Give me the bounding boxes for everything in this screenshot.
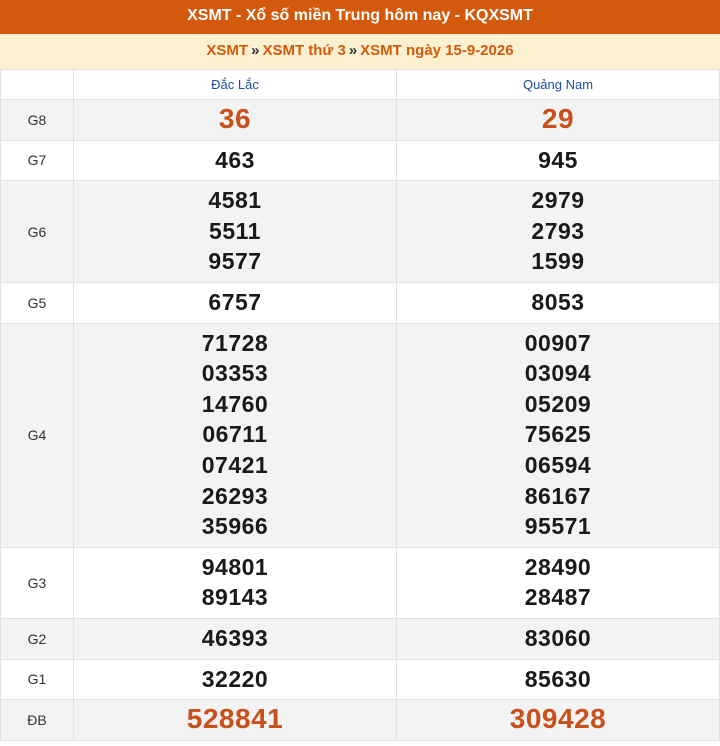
prize-number: 00907 — [524, 329, 592, 356]
prize-cell: 2979 2793 1599 — [396, 180, 720, 283]
prize-number: 528841 — [186, 703, 284, 735]
prize-column-header — [0, 69, 74, 100]
table-row: ĐB 528841 309428 — [0, 699, 720, 741]
prize-number: 75625 — [524, 421, 592, 448]
table-header-row: Đắc Lắc Quảng Nam — [0, 69, 720, 100]
table-row: G8 36 29 — [0, 99, 720, 141]
prize-number: 36 — [218, 103, 252, 134]
table-row: G5 6757 8053 — [0, 281, 720, 324]
prize-label: G1 — [0, 658, 74, 701]
prize-label: G5 — [0, 281, 74, 324]
table-row: G2 46393 83060 — [0, 617, 720, 660]
table-row: G3 94801 89143 28490 28487 — [0, 546, 720, 619]
prize-rows: G8 36 29 G7 463 945 G6 4581 5511 9577 2979 2793 1599… — [0, 99, 720, 741]
prize-number: 46393 — [201, 624, 269, 651]
prize-number: 1599 — [531, 248, 585, 275]
table-row: G4 71728 03353 14760 06711 07421 26293 35966 009… — [0, 322, 720, 548]
prize-number: 05209 — [524, 390, 592, 417]
prize-number: 95571 — [524, 513, 592, 540]
prize-number: 14760 — [201, 390, 269, 417]
prize-cell: 36 — [73, 99, 397, 141]
prize-cell: 32220 — [73, 658, 397, 701]
prize-number: 28487 — [524, 584, 592, 611]
breadcrumb-separator: » — [251, 42, 260, 59]
prize-cell: 528841 — [73, 699, 397, 741]
prize-cell: 46393 — [73, 617, 397, 660]
prize-cell: 00907 03094 05209 75625 06594 86167 95571 — [396, 322, 720, 548]
prize-label: G2 — [0, 617, 74, 660]
table-row: G6 4581 5511 9577 2979 2793 1599 — [0, 180, 720, 283]
breadcrumb-xsmt[interactable]: XSMT — [206, 42, 248, 59]
prize-number: 5511 — [209, 217, 261, 244]
prize-number: 9577 — [208, 248, 262, 275]
results-table: Đắc Lắc Quảng Nam G8 36 29 G7 463 945 G6 4581 55… — [0, 69, 720, 741]
prize-label: G4 — [0, 322, 74, 548]
prize-cell: 94801 89143 — [73, 546, 397, 619]
page-title: XSMT - Xổ số miền Trung hôm nay - KQXSMT — [0, 0, 720, 34]
prize-number: 85630 — [524, 665, 592, 692]
table-row: G7 463 945 — [0, 139, 720, 182]
prize-cell: 83060 — [396, 617, 720, 660]
prize-label: G8 — [0, 99, 74, 141]
prize-number: 89143 — [201, 584, 269, 611]
prize-label: G6 — [0, 180, 74, 283]
prize-number: 2793 — [531, 217, 585, 244]
prize-cell: 945 — [396, 139, 720, 182]
prize-label: G3 — [0, 546, 74, 619]
prize-number: 86167 — [524, 482, 592, 509]
prize-label: G7 — [0, 139, 74, 182]
prize-number: 32220 — [201, 665, 269, 692]
breadcrumb-xsmt-date[interactable]: XSMT ngày 15-9-2026 — [360, 42, 513, 59]
prize-number: 35966 — [201, 513, 269, 540]
prize-cell: 309428 — [396, 699, 720, 741]
prize-cell: 4581 5511 9577 — [73, 180, 397, 283]
prize-number: 26293 — [201, 482, 269, 509]
prize-number: 463 — [215, 146, 255, 173]
breadcrumb-xsmt-thu-3[interactable]: XSMT thứ 3 — [262, 42, 345, 59]
prize-number: 28490 — [524, 553, 592, 580]
prize-number: 71728 — [201, 329, 269, 356]
prize-number: 07421 — [201, 451, 269, 478]
prize-number: 2979 — [531, 187, 585, 214]
prize-number: 945 — [538, 146, 578, 173]
prize-cell: 463 — [73, 139, 397, 182]
province-header-dac-lac[interactable]: Đắc Lắc — [73, 69, 397, 100]
prize-number: 29 — [541, 103, 575, 134]
table-row: G1 32220 85630 — [0, 658, 720, 701]
prize-number: 03353 — [201, 360, 269, 387]
prize-number: 94801 — [201, 553, 269, 580]
breadcrumb-separator: » — [348, 42, 358, 59]
prize-number: 06711 — [202, 421, 268, 448]
province-header-quang-nam[interactable]: Quảng Nam — [396, 69, 720, 100]
prize-number: 6757 — [208, 288, 262, 315]
breadcrumb: XSMT» XSMT thứ 3» XSMT ngày 15-9-2026 — [0, 34, 720, 69]
prize-label: ĐB — [0, 699, 74, 741]
prize-number: 03094 — [524, 360, 592, 387]
prize-number: 4581 — [208, 187, 262, 214]
prize-number: 309428 — [509, 703, 607, 735]
prize-cell: 85630 — [396, 658, 720, 701]
prize-number: 83060 — [524, 624, 592, 651]
prize-cell: 6757 — [73, 281, 397, 324]
prize-number: 8053 — [531, 288, 585, 315]
prize-cell: 8053 — [396, 281, 720, 324]
prize-cell: 71728 03353 14760 06711 07421 26293 35966 — [73, 322, 397, 548]
prize-cell: 28490 28487 — [396, 546, 720, 619]
prize-cell: 29 — [396, 99, 720, 141]
prize-number: 06594 — [524, 451, 592, 478]
